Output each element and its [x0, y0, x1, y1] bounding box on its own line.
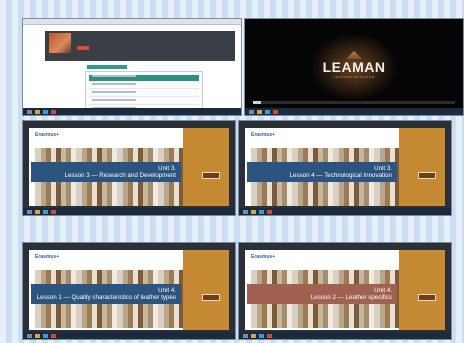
- app-icon[interactable]: [51, 109, 56, 114]
- browser-toolbar: [23, 19, 241, 25]
- browser-icon[interactable]: [265, 109, 270, 114]
- course-tab[interactable]: [87, 65, 127, 69]
- start-icon[interactable]: [249, 109, 254, 114]
- logo-text: LEAMAN: [322, 59, 386, 75]
- lesson-slide-screenshot: Erasmus+ Unit 4. Lesson 1 — Quality char…: [22, 242, 236, 340]
- taskbar: [23, 108, 241, 115]
- folder-icon[interactable]: [251, 209, 256, 214]
- leaman-small-logo: [202, 172, 220, 179]
- lesson-slide-screenshot: Erasmus+ Unit 3. Lesson 4 — Technologica…: [238, 120, 452, 216]
- browser-icon[interactable]: [259, 333, 264, 338]
- lesson-slide-screenshot: Erasmus+ Unit 4. Lesson 2 — Leather spec…: [238, 242, 452, 340]
- taskbar: [245, 108, 463, 115]
- browser-icon[interactable]: [43, 209, 48, 214]
- slide-canvas: Erasmus+ Unit 4. Lesson 2 — Leather spec…: [245, 250, 445, 335]
- list-item[interactable]: [89, 75, 199, 81]
- taskbar: [239, 208, 451, 215]
- slide-canvas: Erasmus+ Unit 3. Lesson 4 — Technologica…: [245, 128, 445, 213]
- video-player-screenshot: LEAMAN LEATHER MANAGER: [244, 18, 464, 116]
- lesson-title: Lesson 3 — Research and Development: [64, 172, 176, 179]
- lesson-banner: Unit 3. Lesson 4 — Technological Innovat…: [247, 162, 397, 182]
- slide-side-panel: [183, 128, 229, 206]
- erasmus-logo: Erasmus+: [251, 132, 276, 138]
- app-icon[interactable]: [51, 333, 56, 338]
- folder-icon[interactable]: [35, 209, 40, 214]
- course-thumbnail: [49, 33, 71, 53]
- start-icon[interactable]: [243, 209, 248, 214]
- app-icon[interactable]: [273, 109, 278, 114]
- browser-icon[interactable]: [43, 333, 48, 338]
- enroll-button[interactable]: [77, 46, 89, 50]
- slide-canvas: Erasmus+ Unit 3. Lesson 3 — Research and…: [29, 128, 229, 213]
- lesson-slide-screenshot: Erasmus+ Unit 3. Lesson 3 — Research and…: [22, 120, 236, 216]
- taskbar: [23, 332, 235, 339]
- lms-screenshot: [22, 18, 242, 116]
- erasmus-logo: Erasmus+: [35, 254, 60, 260]
- list-item[interactable]: [89, 91, 199, 97]
- leaman-logo: LEAMAN LEATHER MANAGER: [323, 51, 385, 87]
- leaman-small-logo: [418, 172, 436, 179]
- folder-icon[interactable]: [35, 109, 40, 114]
- lesson-title: Lesson 4 — Technological Innovation: [289, 172, 392, 179]
- start-icon[interactable]: [243, 333, 248, 338]
- list-item[interactable]: [89, 115, 199, 116]
- lesson-banner: Unit 3. Lesson 3 — Research and Developm…: [31, 162, 181, 182]
- start-icon[interactable]: [27, 109, 32, 114]
- slide-side-panel: [399, 128, 445, 206]
- lesson-title: Lesson 1 — Quality characteristics of le…: [36, 294, 176, 301]
- app-icon[interactable]: [51, 209, 56, 214]
- course-header: [45, 31, 235, 61]
- unit-label: Unit 3.: [158, 165, 176, 172]
- folder-icon[interactable]: [251, 333, 256, 338]
- start-icon[interactable]: [27, 333, 32, 338]
- partner-logos: [51, 339, 99, 340]
- unit-label: Unit 3.: [374, 165, 392, 172]
- video-progress-bar[interactable]: [253, 101, 455, 104]
- slide-side-panel: [399, 250, 445, 330]
- lesson-banner: Unit 4. Lesson 2 — Leather specifics: [247, 284, 397, 304]
- folder-icon[interactable]: [257, 109, 262, 114]
- folder-icon[interactable]: [35, 333, 40, 338]
- app-icon[interactable]: [267, 209, 272, 214]
- slide-side-panel: [183, 250, 229, 330]
- unit-label: Unit 4.: [374, 287, 392, 294]
- leaman-small-logo: [202, 294, 220, 301]
- erasmus-logo: Erasmus+: [35, 132, 60, 138]
- partner-logos: [267, 339, 315, 340]
- start-icon[interactable]: [27, 209, 32, 214]
- erasmus-logo: Erasmus+: [251, 254, 276, 260]
- taskbar: [23, 208, 235, 215]
- lesson-banner: Unit 4. Lesson 1 — Quality characteristi…: [31, 284, 181, 304]
- slide-canvas: Erasmus+ Unit 4. Lesson 1 — Quality char…: [29, 250, 229, 335]
- leaman-small-logo: [418, 294, 436, 301]
- browser-icon[interactable]: [43, 109, 48, 114]
- list-item[interactable]: [89, 99, 199, 105]
- app-icon[interactable]: [267, 333, 272, 338]
- browser-icon[interactable]: [259, 209, 264, 214]
- taskbar: [239, 332, 451, 339]
- logo-subtitle: LEATHER MANAGER: [333, 75, 375, 79]
- lesson-title: Lesson 2 — Leather specifics: [310, 294, 392, 301]
- unit-label: Unit 4.: [158, 287, 176, 294]
- list-item[interactable]: [89, 83, 199, 89]
- logo-mark-icon: [346, 51, 362, 59]
